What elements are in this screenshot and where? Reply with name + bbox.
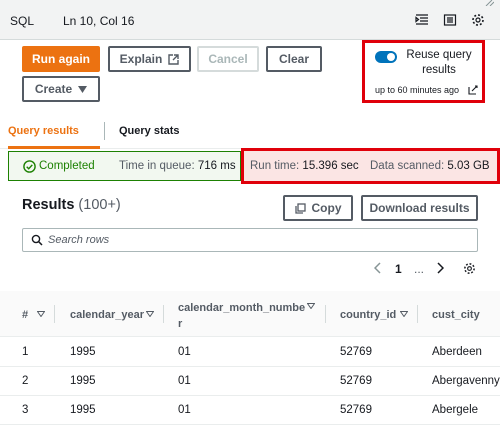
editor-status-bar: SQL Ln 10, Col 16: [0, 0, 500, 40]
cancel-button[interactable]: Cancel: [197, 46, 259, 72]
data-scanned-value: 5.03 GB: [447, 160, 490, 172]
column-header-index[interactable]: #: [22, 309, 28, 321]
results-table-header: # calendar_year calendar_month_numbe r c…: [0, 291, 500, 337]
table-cell: 01: [178, 404, 191, 416]
column-separator[interactable]: [54, 305, 55, 323]
table-cell: 52769: [340, 346, 372, 358]
table-cell: Abergavenny: [432, 375, 500, 387]
table-cell: 1995: [70, 404, 96, 416]
search-icon: [31, 234, 43, 246]
shortcuts-icon[interactable]: [442, 12, 458, 28]
reuse-results-toggle[interactable]: [375, 51, 397, 63]
create-label: Create: [34, 82, 73, 96]
cancel-label: Cancel: [208, 52, 248, 66]
explain-button[interactable]: Explain: [108, 46, 191, 72]
data-scanned-label: Data scanned:: [370, 160, 445, 172]
download-results-button[interactable]: Download results: [361, 195, 478, 221]
success-check-icon: [23, 160, 36, 173]
run-stats-highlight: Run time: 15.396 sec Data scanned: 5.03 …: [241, 148, 500, 184]
clear-label: Clear: [278, 52, 310, 66]
table-preferences-gear-icon[interactable]: [463, 262, 476, 278]
queue-time: Time in queue: 716 ms: [119, 160, 236, 172]
table-cell: Abergele: [432, 404, 479, 416]
run-again-label: Run again: [31, 52, 90, 66]
column-header-calendar-month-number[interactable]: calendar_month_numbe r: [178, 300, 305, 332]
reuse-results-label: Reuse query results: [406, 49, 472, 76]
query-status-row: Completed Time in queue: 716 ms Run time…: [8, 148, 500, 184]
status-text: Completed: [39, 160, 95, 172]
run-time-value: 15.396 sec: [302, 160, 359, 172]
table-cell: Aberdeen: [432, 346, 482, 358]
tab-divider: [104, 122, 105, 140]
sort-icon[interactable]: [146, 311, 154, 317]
status-completed-banner: Completed Time in queue: 716 ms: [8, 151, 241, 181]
caret-down-icon: [78, 85, 88, 93]
table-row: 2 1995 01 52769 Abergavenny: [0, 366, 500, 396]
tab-query-results[interactable]: Query results: [8, 125, 79, 137]
results-heading: Results (100+): [22, 197, 121, 213]
language-label: SQL: [10, 14, 35, 28]
format-query-icon[interactable]: [414, 12, 430, 28]
queue-time-value: 716 ms: [197, 160, 236, 172]
table-cell: 1995: [70, 346, 96, 358]
data-scanned: Data scanned: 5.03 GB: [370, 160, 490, 172]
reuse-max-age: up to 60 minutes ago: [375, 85, 460, 95]
create-dropdown-button[interactable]: Create: [22, 76, 100, 102]
sort-icon[interactable]: [307, 303, 315, 309]
download-results-label: Download results: [369, 201, 470, 215]
previous-page-icon[interactable]: [373, 262, 382, 277]
pager-ellipsis: ...: [414, 262, 425, 276]
table-cell: 2: [22, 375, 29, 387]
table-cell: 52769: [340, 375, 372, 387]
sort-icon[interactable]: [37, 311, 45, 317]
reuse-results-panel: Reuse query results up to 60 minutes ago: [362, 40, 485, 103]
search-rows-input[interactable]: Search rows: [22, 228, 478, 252]
run-time-label: Run time:: [250, 160, 300, 172]
table-cell: 1: [22, 346, 29, 358]
run-again-button[interactable]: Run again: [22, 46, 100, 72]
column-header-country-id[interactable]: country_id: [340, 309, 396, 321]
tab-query-stats[interactable]: Query stats: [119, 125, 180, 137]
column-header-calendar-year[interactable]: calendar_year: [70, 309, 144, 321]
table-row: 3 1995 01 52769 Abergele: [0, 395, 500, 425]
results-count: (100+): [78, 197, 121, 213]
resize-grip-icon[interactable]: [484, 0, 494, 6]
column-header-cust-city[interactable]: cust_city: [432, 309, 480, 321]
cursor-position: Ln 10, Col 16: [63, 14, 135, 28]
next-page-icon[interactable]: [436, 262, 445, 277]
table-cell: 01: [178, 375, 191, 387]
table-cell: 01: [178, 346, 191, 358]
external-link-icon: [168, 53, 180, 65]
settings-gear-icon[interactable]: [470, 12, 486, 28]
copy-button[interactable]: Copy: [283, 195, 353, 221]
edit-icon[interactable]: [468, 85, 478, 95]
current-page-number[interactable]: 1: [395, 262, 402, 276]
queue-time-label: Time in queue:: [119, 160, 195, 172]
copy-label: Copy: [311, 201, 342, 215]
column-separator[interactable]: [325, 305, 326, 323]
copy-icon: [294, 202, 306, 214]
run-time: Run time: 15.396 sec: [250, 160, 359, 172]
table-row: 1 1995 01 52769 Aberdeen: [0, 337, 500, 367]
results-title: Results: [22, 197, 75, 213]
search-placeholder: Search rows: [48, 234, 110, 246]
sort-icon[interactable]: [400, 311, 408, 317]
table-cell: 3: [22, 404, 29, 416]
clear-button[interactable]: Clear: [266, 46, 322, 72]
table-cell: 52769: [340, 404, 372, 416]
active-tab-indicator: [8, 146, 100, 149]
table-cell: 1995: [70, 375, 96, 387]
results-tabs: Query results Query stats: [0, 113, 500, 149]
column-separator[interactable]: [163, 305, 164, 323]
column-separator[interactable]: [417, 305, 418, 323]
explain-label: Explain: [119, 52, 163, 66]
